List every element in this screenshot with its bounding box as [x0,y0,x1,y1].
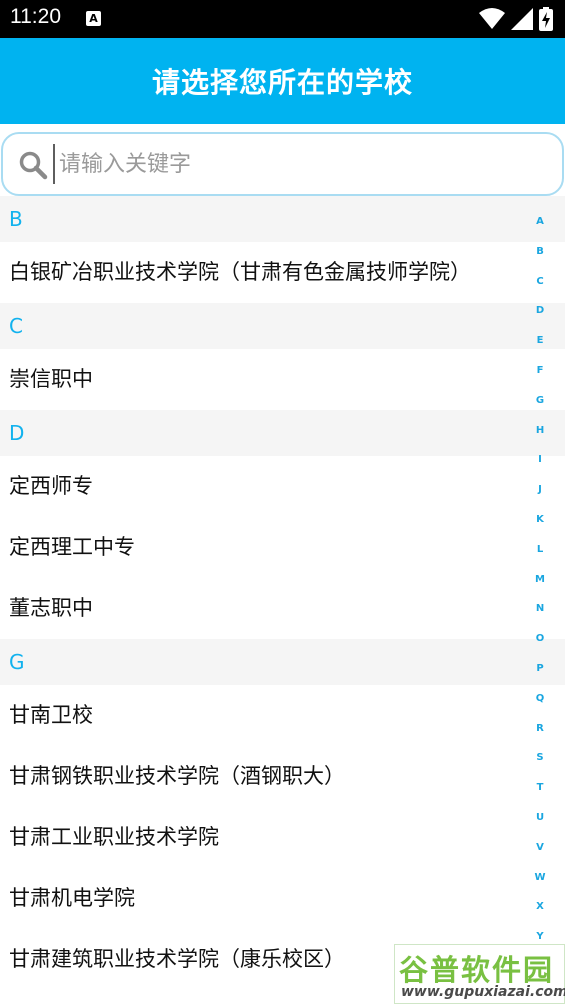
index-letter-d[interactable]: D [531,296,549,326]
index-letter-p[interactable]: P [531,654,549,684]
index-letter-i[interactable]: I [531,445,549,475]
list-item[interactable]: 甘肃机电学院 [0,868,565,929]
index-letter-f[interactable]: F [531,356,549,386]
search-area [0,124,565,204]
watermark-url: www.gupuxiazai.com [401,984,565,1000]
watermark-title: 谷普软件园 [399,953,555,987]
index-letter-m[interactable]: M [531,565,549,595]
index-letter-v[interactable]: V [531,833,549,863]
index-letter-o[interactable]: O [531,624,549,654]
list-item[interactable]: 定西师专 [0,456,565,517]
index-letter-w[interactable]: W [531,863,549,893]
list-item[interactable]: 白银矿冶职业技术学院（甘肃有色金属技师学院） [0,242,565,303]
signal-icon [511,8,533,30]
index-letter-e[interactable]: E [531,326,549,356]
index-letter-h[interactable]: H [531,416,549,446]
index-letter-n[interactable]: N [531,594,549,624]
search-input[interactable] [53,144,533,184]
index-letter-c[interactable]: C [531,267,549,297]
index-letter-s[interactable]: S [531,743,549,773]
section-header-c: C [0,303,565,349]
app-header: 请选择您所在的学校 [0,38,565,124]
list-item[interactable]: 董志职中 [0,578,565,639]
alphabet-index-bar[interactable]: A B C D E F G H I J K L M N O P Q R S T … [531,207,549,952]
search-icon [19,151,48,180]
search-box[interactable] [1,132,564,196]
section-header-d: D [0,410,565,456]
school-list: B 白银矿冶职业技术学院（甘肃有色金属技师学院） C 崇信职中 D 定西师专 定… [0,196,565,990]
index-letter-j[interactable]: J [531,475,549,505]
list-item[interactable]: 定西理工中专 [0,517,565,578]
index-letter-g[interactable]: G [531,386,549,416]
notification-badge: A [86,11,101,26]
index-letter-a[interactable]: A [531,207,549,237]
section-header-g: G [0,639,565,685]
list-item[interactable]: 崇信职中 [0,349,565,410]
status-bar: 11:20 A [0,0,565,38]
status-time: 11:20 [10,5,61,28]
index-letter-r[interactable]: R [531,714,549,744]
section-header-b: B [0,196,565,242]
index-letter-k[interactable]: K [531,505,549,535]
list-item[interactable]: 甘肃钢铁职业技术学院（酒钢职大） [0,746,565,807]
list-item[interactable]: 甘南卫校 [0,685,565,746]
index-letter-x[interactable]: X [531,892,549,922]
index-letter-l[interactable]: L [531,535,549,565]
page-title: 请选择您所在的学校 [151,66,413,99]
index-letter-b[interactable]: B [531,237,549,267]
index-letter-u[interactable]: U [531,803,549,833]
index-letter-t[interactable]: T [531,773,549,803]
watermark-logo: 谷普软件园 www.gupuxiazai.com [394,944,565,1004]
status-icons [479,7,553,31]
wifi-icon [479,8,505,29]
list-item[interactable]: 甘肃工业职业技术学院 [0,807,565,868]
battery-charging-icon [539,7,553,31]
index-letter-q[interactable]: Q [531,684,549,714]
